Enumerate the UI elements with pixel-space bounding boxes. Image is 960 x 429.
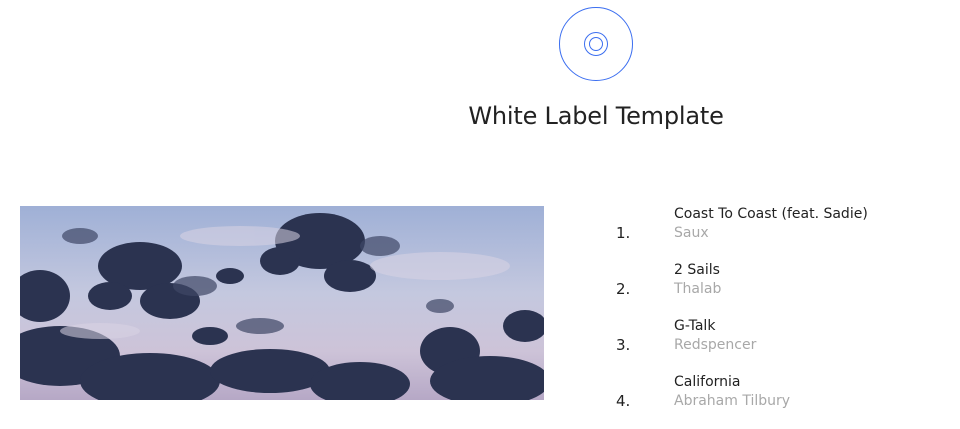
track-artist[interactable]: Abraham Tilbury <box>674 393 790 409</box>
track-number: 3. <box>616 336 631 354</box>
track-artist[interactable]: Redspencer <box>674 337 756 353</box>
disc-icon <box>558 6 634 82</box>
track-artist[interactable]: Saux <box>674 225 709 241</box>
page-title: White Label Template <box>468 102 724 130</box>
track-title[interactable]: 2 Sails <box>674 262 720 278</box>
track-title[interactable]: California <box>674 374 740 390</box>
track-artist[interactable]: Thalab <box>674 281 721 297</box>
track-number: 1. <box>616 224 631 242</box>
album-cover-image <box>20 206 544 400</box>
track-title[interactable]: Coast To Coast (feat. Sadie) <box>674 206 868 222</box>
track-number: 2. <box>616 280 631 298</box>
track-title[interactable]: G-Talk <box>674 318 715 334</box>
track-number: 4. <box>616 392 631 410</box>
